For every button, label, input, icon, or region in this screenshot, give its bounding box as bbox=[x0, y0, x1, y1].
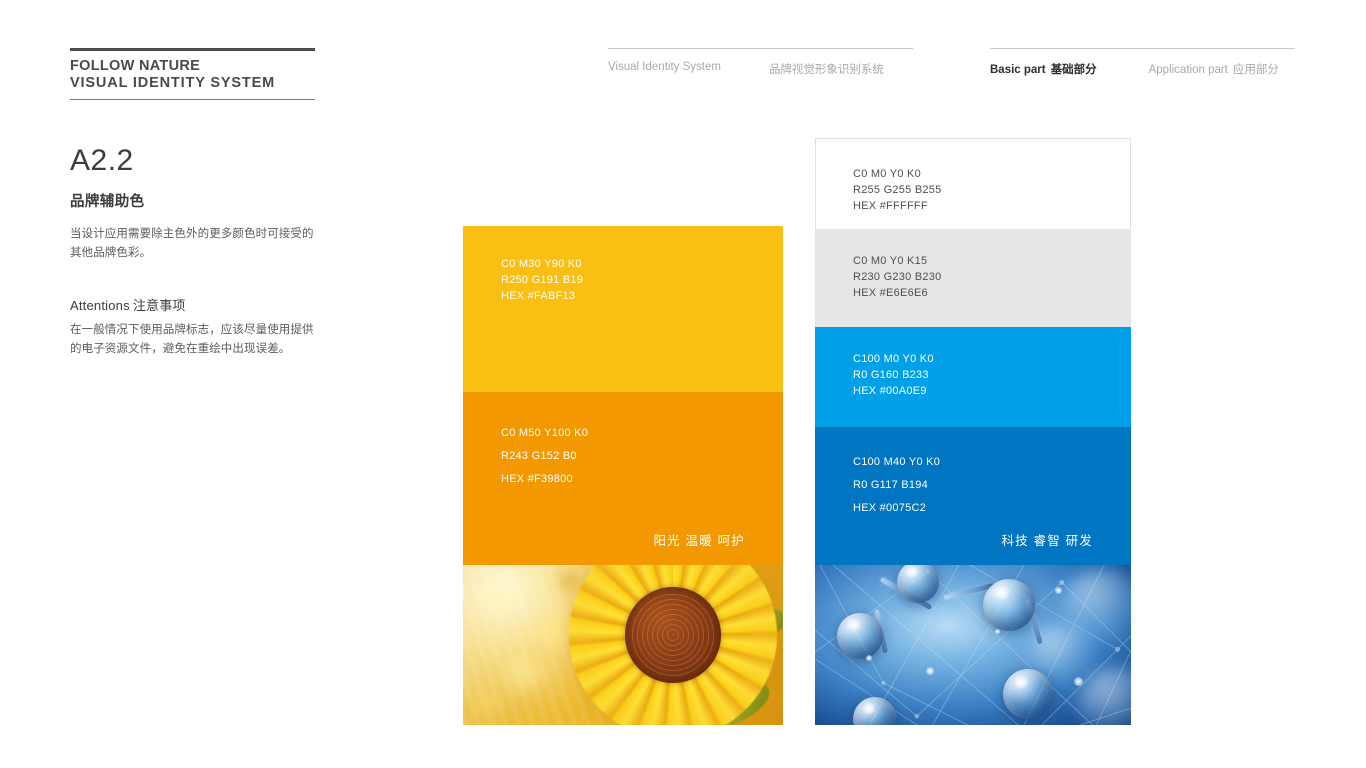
swatch-specs-white: C0 M0 Y0 K0 R255 G255 B255 HEX #FFFFFF bbox=[853, 166, 942, 214]
nav-tab-basic-part[interactable]: Basic part 基础部分 bbox=[990, 61, 1097, 77]
warm-tagline: 阳光 温暖 呵护 bbox=[653, 534, 745, 548]
bokeh-spot bbox=[507, 657, 538, 688]
sunflower-disc bbox=[625, 587, 721, 683]
swatch-cmyk-blue: C100 M40 Y0 K0 bbox=[853, 456, 941, 468]
swatch-specs-orange: C0 M50 Y100 K0 R243 G152 B0 HEX #F39800 bbox=[501, 422, 588, 491]
attentions-body-text: 在一般情况下使用品牌标志，应该尽量使用提供的电子资源文件，避免在重绘中出现误差。 bbox=[70, 324, 314, 355]
warm-palette-panel: C0 M30 Y90 K0 R250 G191 B19 HEX #FABF13 … bbox=[463, 226, 783, 725]
molecule-science-photo bbox=[815, 565, 1131, 725]
attentions-heading-en: Attentions bbox=[70, 298, 130, 313]
nav-items-right: Basic part 基础部分 Application part 应用部分 bbox=[990, 49, 1295, 77]
swatch-rgb-cyan: R0 G160 B233 bbox=[853, 369, 929, 381]
brand-title-line1: FOLLOW NATURE bbox=[70, 58, 201, 74]
attentions-heading: Attentions 注意事项 bbox=[70, 295, 315, 314]
nav-tab-application-part-cn: 应用部分 bbox=[1232, 64, 1279, 76]
bokeh-spot bbox=[488, 587, 515, 614]
swatch-cmyk-light-gray: C0 M0 Y0 K15 bbox=[853, 255, 928, 267]
nav-tab-application-part[interactable]: Application part 应用部分 bbox=[1149, 61, 1279, 77]
nav-group-system: Visual Identity System 品牌视觉形象识别系统 bbox=[608, 48, 913, 77]
nav-items-left: Visual Identity System 品牌视觉形象识别系统 bbox=[608, 49, 913, 77]
swatch-specs-yellow: C0 M30 Y90 K0 R250 G191 B19 HEX #FABF13 bbox=[501, 256, 583, 304]
color-swatch-blue[interactable]: C100 M40 Y0 K0 R0 G117 B194 HEX #0075C2 … bbox=[815, 427, 1131, 565]
swatch-cmyk-orange: C0 M50 Y100 K0 bbox=[501, 427, 589, 439]
swatch-specs-cyan: C100 M0 Y0 K0 R0 G160 B233 HEX #00A0E9 bbox=[853, 351, 934, 399]
nav-label-vis-cn: 品牌视觉形象识别系统 bbox=[768, 64, 884, 76]
swatch-specs-blue: C100 M40 Y0 K0 R0 G117 B194 HEX #0075C2 bbox=[853, 451, 940, 520]
swatch-hex-white: HEX #FFFFFF bbox=[853, 200, 928, 212]
section-subtitle: 品牌辅助色 bbox=[70, 194, 145, 210]
swatch-hex-light-gray: HEX #E6E6E6 bbox=[853, 287, 928, 299]
swatch-hex-yellow: HEX #FABF13 bbox=[501, 290, 576, 302]
nav-tab-application-part-en: Application part bbox=[1148, 64, 1228, 76]
swatch-rgb-light-gray: R230 G230 B230 bbox=[853, 271, 942, 283]
light-particle bbox=[925, 667, 934, 676]
cool-palette-panel: C0 M0 Y0 K0 R255 G255 B255 HEX #FFFFFF C… bbox=[815, 138, 1131, 725]
brand-title-line2: VISUAL IDENTITY SYSTEM bbox=[70, 74, 276, 91]
color-swatch-light-gray[interactable]: C0 M0 Y0 K15 R230 G230 B230 HEX #E6E6E6 bbox=[815, 229, 1131, 327]
swatch-rgb-yellow: R250 G191 B19 bbox=[501, 274, 584, 286]
swatch-cmyk-cyan: C100 M0 Y0 K0 bbox=[853, 353, 934, 365]
color-swatch-yellow[interactable]: C0 M30 Y90 K0 R250 G191 B19 HEX #FABF13 bbox=[463, 226, 783, 392]
swatch-hex-orange: HEX #F39800 bbox=[501, 473, 573, 485]
swatch-rgb-orange: R243 G152 B0 bbox=[501, 450, 577, 462]
brand-title: FOLLOW NATURE VISUAL IDENTITY SYSTEM bbox=[70, 51, 315, 92]
bokeh-spot bbox=[472, 689, 499, 716]
section-body-text: 当设计应用需要除主色外的更多颜色时可接受的其他品牌色彩。 bbox=[70, 228, 314, 259]
light-particle bbox=[865, 654, 872, 661]
attentions-heading-cn: 注意事项 bbox=[132, 298, 186, 313]
molecule-sphere bbox=[983, 579, 1035, 631]
section-description-column: A2.2 品牌辅助色 当设计应用需要除主色外的更多颜色时可接受的其他品牌色彩。 … bbox=[70, 144, 315, 359]
sunflower-field-photo bbox=[463, 565, 783, 725]
nav-label-vis-en: Visual Identity System bbox=[608, 61, 721, 73]
swatch-rgb-blue: R0 G117 B194 bbox=[853, 479, 928, 491]
brand-block: FOLLOW NATURE VISUAL IDENTITY SYSTEM bbox=[70, 48, 315, 100]
swatch-rgb-white: R255 G255 B255 bbox=[853, 184, 942, 196]
molecule-sphere bbox=[1003, 669, 1053, 719]
swatch-cmyk-yellow: C0 M30 Y90 K0 bbox=[501, 258, 582, 270]
color-swatch-white[interactable]: C0 M0 Y0 K0 R255 G255 B255 HEX #FFFFFF bbox=[815, 138, 1131, 229]
swatch-hex-cyan: HEX #00A0E9 bbox=[853, 385, 927, 397]
cool-tagline: 科技 睿智 研发 bbox=[1001, 534, 1093, 548]
nav-group-parts: Basic part 基础部分 Application part 应用部分 bbox=[990, 48, 1295, 77]
color-swatch-orange[interactable]: C0 M50 Y100 K0 R243 G152 B0 HEX #F39800 … bbox=[463, 392, 783, 565]
molecule-sphere bbox=[837, 613, 883, 659]
nav-tab-basic-part-en: Basic part bbox=[990, 64, 1046, 76]
section-code: A2.2 bbox=[70, 144, 134, 177]
color-swatch-cyan[interactable]: C100 M0 Y0 K0 R0 G160 B233 HEX #00A0E9 bbox=[815, 327, 1131, 427]
brand-rule-bottom bbox=[70, 99, 315, 100]
swatch-specs-light-gray: C0 M0 Y0 K15 R230 G230 B230 HEX #E6E6E6 bbox=[853, 253, 942, 301]
nav-tab-basic-part-cn: 基础部分 bbox=[1050, 64, 1097, 76]
swatch-hex-blue: HEX #0075C2 bbox=[853, 502, 927, 514]
swatch-cmyk-white: C0 M0 Y0 K0 bbox=[853, 168, 921, 180]
sunflower-bloom bbox=[569, 565, 783, 725]
